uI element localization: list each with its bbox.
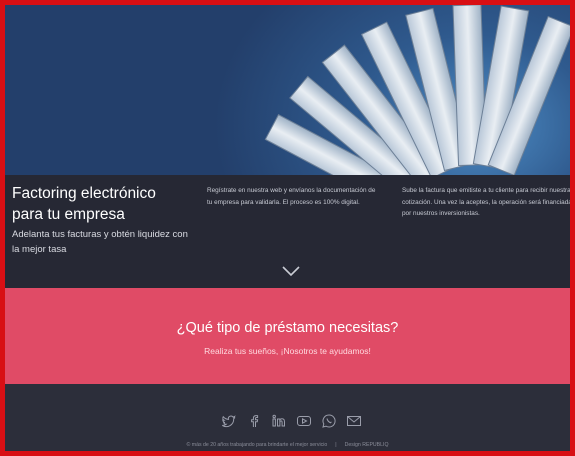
info-title: Factoring electrónico para tu empresa <box>12 183 197 225</box>
loan-title: ¿Qué tipo de préstamo necesitas? <box>176 320 399 336</box>
footer: © más de 20 años trabajando para brindar… <box>5 384 570 451</box>
upload-invoice-step-text: Sube la factura que emitiste a tu client… <box>402 187 572 217</box>
mail-icon[interactable] <box>346 413 362 429</box>
info-title-line2: para tu empresa <box>12 206 125 223</box>
info-subtitle: Adelanta tus facturas y obtén liquidez c… <box>12 229 188 255</box>
loan-subtitle: Realiza tus sueños, ¡Nosotros te ayudamo… <box>204 346 371 356</box>
page-frame: Factoring electrónico para tu empresa Ad… <box>0 0 575 456</box>
twitter-icon[interactable] <box>221 413 237 429</box>
social-links <box>221 413 362 429</box>
facebook-icon[interactable] <box>246 413 262 429</box>
footer-separator: | <box>335 442 337 448</box>
info-title-line1: Factoring electrónico <box>12 185 156 202</box>
whatsapp-icon[interactable] <box>321 413 337 429</box>
hero-banner <box>5 5 570 175</box>
footer-copyright: © más de 20 años trabajando para brindar… <box>186 442 328 448</box>
footer-design-credit[interactable]: Design REPUBLIQ <box>345 442 389 448</box>
footer-credits: © más de 20 años trabajando para brindar… <box>5 442 570 448</box>
chevron-down-icon[interactable] <box>281 265 301 277</box>
info-section: Factoring electrónico para tu empresa Ad… <box>5 175 570 288</box>
banknote-fan-image <box>264 5 570 175</box>
youtube-icon[interactable] <box>296 413 312 429</box>
register-step-text: Regístrate en nuestra web y envíanos la … <box>207 187 376 206</box>
loan-section: ¿Qué tipo de préstamo necesitas? Realiza… <box>5 288 570 384</box>
linkedin-icon[interactable] <box>271 413 287 429</box>
